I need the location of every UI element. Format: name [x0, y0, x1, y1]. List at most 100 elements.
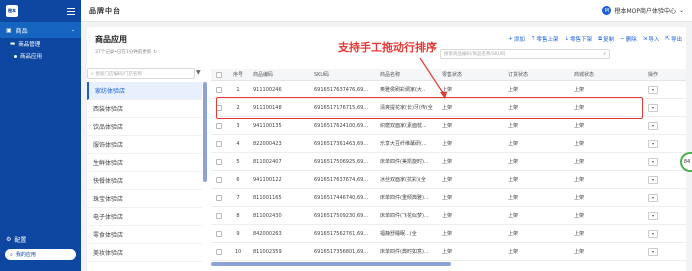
- row-checkbox[interactable]: [216, 176, 222, 183]
- cell-code: 811001165: [253, 194, 282, 201]
- refresh-icon[interactable]: ↻: [153, 50, 157, 55]
- header-mall-status: 商城状态: [574, 72, 595, 78]
- sidebar: 橙本 ▣ 商品 ⌄ ▬ 商品管理 商品应用 ⚙ 配置 ⌕ 我的应用: [0, 0, 81, 271]
- store-list-scrollbar[interactable]: [203, 82, 207, 182]
- row-select-cell: [211, 140, 227, 147]
- list-item[interactable]: 服饰体验店: [87, 136, 202, 154]
- cell-name: 床单四件(美凯旋时)...: [380, 159, 429, 165]
- cell-sku: 6916517562761,69...: [314, 230, 369, 237]
- cell-code: 811002407: [253, 158, 282, 165]
- table-row[interactable]: 8 811002430 6916517509230,69... 床单四件(飞花似梦).…: [211, 207, 686, 225]
- retail-on-button[interactable]: ⇡ 零售上架: [531, 35, 559, 43]
- cell-mall-status: 上架: [574, 177, 585, 183]
- cell-op: ▾: [638, 157, 668, 166]
- upload-icon: ⇡: [530, 36, 536, 42]
- my-apps-search[interactable]: ⌕ 我的应用: [5, 249, 76, 260]
- sidebar-item-product-app[interactable]: 商品应用: [0, 50, 81, 62]
- user-menu[interactable]: M 橙本MOP商户体验中心 ⌄: [602, 6, 684, 15]
- list-item[interactable]: 美妆体验店: [87, 244, 202, 262]
- row-checkbox[interactable]: [216, 122, 222, 129]
- sidebar-item-products[interactable]: ▣ 商品 ⌄: [0, 22, 81, 38]
- list-item[interactable]: 西装体验店: [87, 100, 202, 118]
- row-action-dropdown-icon[interactable]: ▾: [648, 139, 658, 148]
- product-search-placeholder: 搜索商品编码/商品名称/SKU码: [444, 52, 506, 57]
- row-action-dropdown-icon[interactable]: ▾: [648, 121, 658, 130]
- select-all-checkbox[interactable]: [216, 71, 222, 78]
- cell-retail-status: 上架: [442, 177, 453, 183]
- row-checkbox[interactable]: [216, 194, 222, 201]
- sidebar-item-label: 商品应用: [20, 54, 43, 60]
- table-row[interactable]: 4 822000423 6916517361463,69... 乐享大豆纤维蘸研(..…: [211, 135, 686, 153]
- search-icon: ⌕: [10, 251, 13, 258]
- cell-mall-status: 上架: [574, 123, 585, 129]
- cell-sku: 6916517356801,69...: [314, 248, 369, 255]
- cell-name: 床单四件(飞花似梦)...: [380, 213, 429, 219]
- row-action-dropdown-icon[interactable]: ▾: [648, 247, 658, 256]
- row-action-dropdown-icon[interactable]: ▾: [648, 85, 658, 94]
- row-action-dropdown-icon[interactable]: ▾: [648, 103, 658, 112]
- list-item[interactable]: 生鲜体验店: [87, 154, 202, 172]
- top-header: 品牌中台 M 橙本MOP商户体验中心 ⌄: [81, 0, 692, 22]
- settings-button[interactable]: ⚙ 配置: [0, 232, 81, 246]
- retail-off-label: 零售下架: [570, 37, 593, 43]
- cell-name: 乐享大豆纤维蘸研(...: [380, 141, 427, 147]
- sidebar-bottom: ⚙ 配置 ⌕ 我的应用: [0, 232, 81, 263]
- table-row[interactable]: 7 811001165 6916517446740,69... 床单四件(重倾典雅).…: [211, 189, 686, 207]
- import-label: 导入: [648, 37, 660, 43]
- page-subtitle: 37个记录•已在1分钟前更新 ↻: [95, 49, 157, 56]
- header-seq: 序号: [232, 72, 243, 78]
- export-button[interactable]: ⇱ 导出: [665, 35, 682, 43]
- table-row[interactable]: 9 842000263 6916517562761,69... 福静舒睡眠...(全 上…: [211, 225, 686, 243]
- row-checkbox[interactable]: [216, 140, 222, 147]
- row-action-dropdown-icon[interactable]: ▾: [648, 157, 658, 166]
- cell-op: ▾: [638, 85, 668, 94]
- row-checkbox[interactable]: [216, 86, 222, 93]
- list-item[interactable]: 零食体验店: [87, 226, 202, 244]
- app-logo[interactable]: 橙本: [6, 5, 18, 17]
- row-select-cell: [211, 122, 227, 129]
- copy-button[interactable]: ⧉ 复制: [598, 35, 614, 44]
- cell-mall-status: 上架: [574, 141, 585, 147]
- list-item[interactable]: 快餐体验店: [87, 172, 202, 190]
- avatar: M: [602, 6, 612, 15]
- sidebar-item-product-management[interactable]: ▬ 商品管理: [0, 38, 81, 50]
- retail-off-button[interactable]: ⇣ 零售下架: [565, 35, 593, 43]
- list-item[interactable]: 电子体验店: [87, 208, 202, 226]
- table-row[interactable]: 6 941100122 6916517637674,69... 冰丝双面家(抗彩)(全…: [211, 171, 686, 189]
- list-item[interactable]: 珠宝体验店: [87, 190, 202, 208]
- row-action-dropdown-icon[interactable]: ▾: [648, 175, 658, 184]
- row-action-dropdown-icon[interactable]: ▾: [648, 229, 658, 238]
- store-search-input[interactable]: ⌕ 搜索门店编码/门店名称: [87, 68, 195, 79]
- cell-order-status: 上架: [508, 159, 519, 165]
- row-checkbox[interactable]: [216, 230, 222, 237]
- table-row[interactable]: 5 811002407 6916517506925,69... 床单四件(美凯旋时).…: [211, 153, 686, 171]
- chevron-down-icon: ⌄: [678, 7, 684, 14]
- table-row[interactable]: 3 941100135 6916517624100,69... 织磨双面家(素面枕..…: [211, 117, 686, 135]
- cell-retail-status: 上架: [442, 249, 453, 255]
- row-select-cell: [211, 158, 227, 165]
- add-button[interactable]: + 添加: [508, 35, 525, 43]
- export-label: 导出: [670, 37, 682, 43]
- row-action-dropdown-icon[interactable]: ▾: [648, 193, 658, 202]
- sidebar-item-label: 商品: [15, 27, 28, 35]
- minus-icon: −: [620, 36, 625, 42]
- row-checkbox[interactable]: [216, 158, 222, 165]
- row-checkbox[interactable]: [216, 248, 222, 255]
- import-button[interactable]: ⇲ 导入: [643, 35, 660, 43]
- app-root: 橙本 ▣ 商品 ⌄ ▬ 商品管理 商品应用 ⚙ 配置 ⌕ 我的应用 品牌中台 M…: [0, 0, 692, 271]
- product-search-input[interactable]: 搜索商品编码/商品名称/SKU码 ⌕: [440, 49, 610, 59]
- table-horizontal-scrollbar[interactable]: [211, 262, 451, 266]
- list-item[interactable]: 家纺体验店: [87, 82, 202, 100]
- delete-button[interactable]: − 删除: [620, 35, 637, 43]
- cell-retail-status: 上架: [442, 141, 453, 147]
- cell-seq: 5: [236, 158, 240, 165]
- row-action-dropdown-icon[interactable]: ▾: [648, 211, 658, 220]
- table-row[interactable]: 10 811002359 6916517356801,69... 床单四件(典时如意)…: [211, 243, 686, 261]
- cell-retail-status: 上架: [442, 231, 453, 237]
- list-item[interactable]: 饮品体验店: [87, 118, 202, 136]
- filter-icon[interactable]: ▼: [196, 69, 201, 76]
- export-icon: ⇱: [665, 36, 670, 42]
- cell-name: 织磨双面家(素面枕...: [380, 123, 427, 129]
- row-checkbox[interactable]: [216, 212, 222, 219]
- menu-icon[interactable]: [67, 7, 75, 15]
